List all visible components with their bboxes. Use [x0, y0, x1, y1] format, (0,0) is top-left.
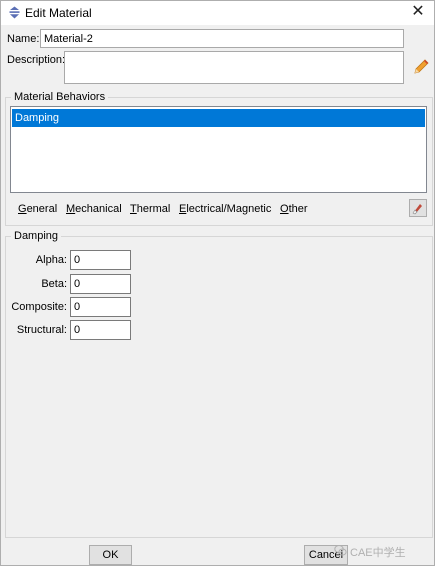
window-title: Edit Material	[25, 6, 92, 20]
structural-field[interactable]	[70, 320, 131, 340]
material-behaviors-label: Material Behaviors	[11, 91, 109, 103]
beta-field[interactable]	[70, 274, 131, 294]
material-behaviors-list[interactable]: Damping	[10, 106, 427, 193]
description-label: Description:	[7, 54, 66, 66]
alpha-label: Alpha:	[35, 254, 67, 266]
description-field[interactable]	[64, 51, 404, 84]
name-field[interactable]	[40, 29, 404, 48]
menu-electrical-magnetic[interactable]: Electrical/Magnetic	[179, 203, 271, 215]
structural-label: Structural:	[16, 324, 67, 336]
wechat-icon	[334, 545, 347, 556]
eraser-icon	[412, 204, 422, 215]
close-icon[interactable]: ✕	[410, 4, 426, 20]
abaqus-material-icon	[9, 6, 20, 19]
name-label: Name:	[7, 33, 40, 45]
beta-label: Beta:	[41, 278, 67, 290]
damping-group-label: Damping	[11, 230, 62, 242]
menu-general[interactable]: General	[18, 203, 57, 215]
composite-field[interactable]	[70, 297, 131, 317]
ok-button[interactable]: OK	[89, 545, 132, 565]
alpha-field[interactable]	[70, 250, 131, 270]
pencil-icon[interactable]	[412, 58, 430, 76]
menu-general-rest: eneral	[26, 203, 58, 215]
menu-other[interactable]: Other	[280, 203, 308, 215]
composite-label: Composite:	[11, 301, 67, 313]
watermark-text: CAE中学生	[350, 547, 406, 559]
edit-material-dialog: Edit Material ✕ Name: Description: Mater…	[0, 0, 435, 566]
list-item-damping[interactable]: Damping	[12, 109, 425, 127]
menu-mechanical[interactable]: Mechanical	[66, 203, 122, 215]
menu-thermal[interactable]: Thermal	[130, 203, 170, 215]
title-bar[interactable]: Edit Material ✕	[1, 1, 434, 25]
eraser-button[interactable]	[409, 199, 427, 217]
